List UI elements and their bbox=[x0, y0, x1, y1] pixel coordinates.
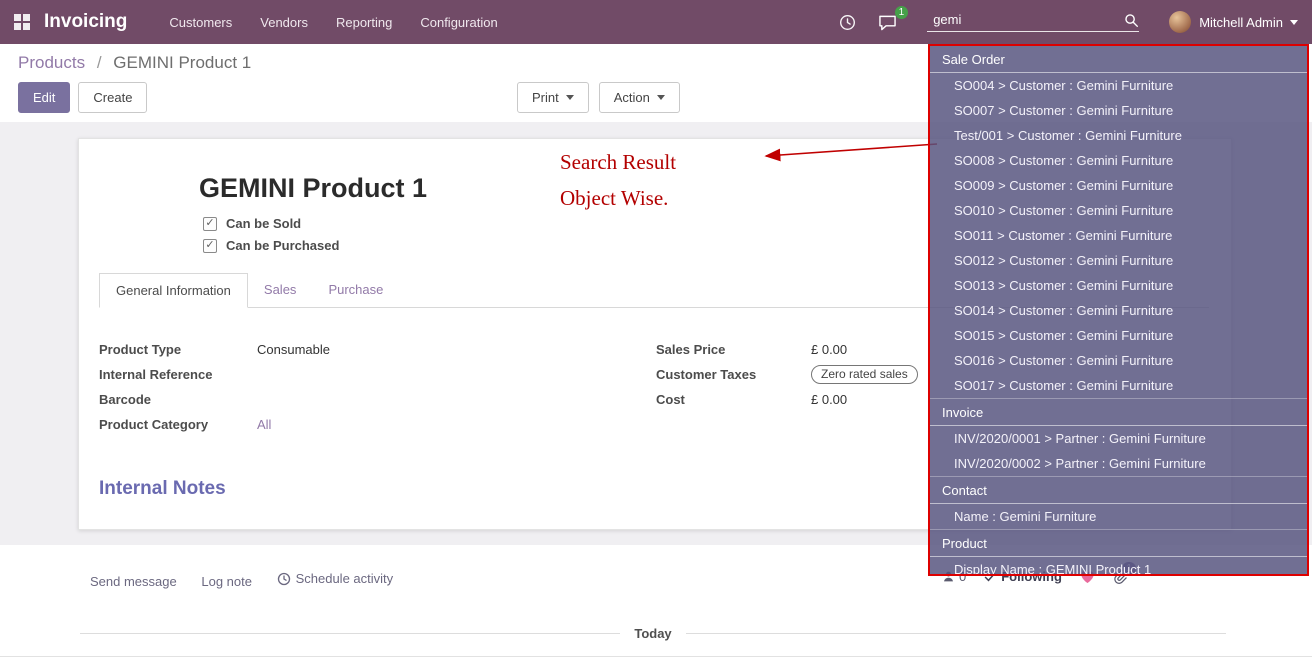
checkbox-checked-icon[interactable] bbox=[203, 217, 217, 231]
create-button[interactable]: Create bbox=[78, 82, 147, 113]
cost-value: £ 0.00 bbox=[811, 390, 847, 409]
search-result-item[interactable]: INV/2020/0002 > Partner : Gemini Furnitu… bbox=[930, 451, 1307, 476]
tab-general-information[interactable]: General Information bbox=[99, 273, 248, 308]
send-message-button[interactable]: Send message bbox=[90, 574, 177, 589]
chevron-down-icon bbox=[657, 95, 665, 104]
print-menu-button[interactable]: Print bbox=[517, 82, 589, 113]
product-type-label: Product Type bbox=[99, 340, 257, 359]
search-result-item[interactable]: SO013 > Customer : Gemini Furniture bbox=[930, 273, 1307, 298]
tab-purchase[interactable]: Purchase bbox=[312, 273, 399, 307]
print-button-label: Print bbox=[532, 90, 559, 105]
clock-icon bbox=[277, 572, 291, 586]
search-result-item[interactable]: SO009 > Customer : Gemini Furniture bbox=[930, 173, 1307, 198]
search-result-item[interactable]: SO015 > Customer : Gemini Furniture bbox=[930, 323, 1307, 348]
can-be-sold-label: Can be Sold bbox=[226, 216, 301, 231]
screen: Invoicing Customers Vendors Reporting Confi… bbox=[0, 0, 1312, 658]
search-result-item[interactable]: SO011 > Customer : Gemini Furniture bbox=[930, 223, 1307, 248]
document-action-buttons: Print Action bbox=[517, 82, 680, 113]
action-menu-button[interactable]: Action bbox=[599, 82, 680, 113]
menu-item[interactable]: Reporting bbox=[336, 15, 392, 30]
search-result-item[interactable]: Display Name : GEMINI Product 1 bbox=[930, 557, 1307, 576]
cost-label: Cost bbox=[656, 390, 811, 409]
user-menu[interactable]: Mitchell Admin bbox=[1199, 15, 1283, 30]
search-result-item[interactable]: SO004 > Customer : Gemini Furniture bbox=[930, 73, 1307, 98]
barcode-row: Barcode bbox=[99, 390, 656, 409]
product-type-value: Consumable bbox=[257, 340, 330, 359]
product-category-row: Product Category All bbox=[99, 415, 656, 434]
product-category-label: Product Category bbox=[99, 415, 257, 434]
today-label: Today bbox=[634, 626, 671, 641]
annotation-note: Search Result Object Wise. bbox=[560, 144, 676, 216]
log-note-button[interactable]: Log note bbox=[201, 574, 252, 589]
product-category-value-link[interactable]: All bbox=[257, 415, 271, 434]
user-avatar[interactable] bbox=[1169, 11, 1191, 33]
internal-reference-row: Internal Reference bbox=[99, 365, 656, 384]
search-results-list: Sale OrderSO004 > Customer : Gemini Furn… bbox=[930, 46, 1307, 576]
can-be-purchased-label: Can be Purchased bbox=[226, 238, 339, 253]
edit-button[interactable]: Edit bbox=[18, 82, 70, 113]
schedule-activity-label: Schedule activity bbox=[296, 571, 394, 586]
product-type-row: Product Type Consumable bbox=[99, 340, 656, 359]
search-group-header: Contact bbox=[930, 476, 1307, 504]
sales-price-label: Sales Price bbox=[656, 340, 811, 359]
activities-clock-icon[interactable] bbox=[839, 14, 856, 31]
divider-line bbox=[80, 633, 620, 634]
divider-line bbox=[686, 633, 1226, 634]
internal-reference-label: Internal Reference bbox=[99, 365, 257, 384]
search-group-header: Product bbox=[930, 529, 1307, 557]
search-results-dropdown: Sale OrderSO004 > Customer : Gemini Furn… bbox=[928, 44, 1309, 576]
menu-item[interactable]: Configuration bbox=[420, 15, 497, 30]
top-menu: Customers Vendors Reporting Configuration bbox=[169, 15, 497, 30]
search-result-item[interactable]: SO007 > Customer : Gemini Furniture bbox=[930, 98, 1307, 123]
search-result-item[interactable]: SO017 > Customer : Gemini Furniture bbox=[930, 373, 1307, 398]
search-result-item[interactable]: SO016 > Customer : Gemini Furniture bbox=[930, 348, 1307, 373]
barcode-label: Barcode bbox=[99, 390, 257, 409]
action-button-label: Action bbox=[614, 90, 650, 105]
search-result-item[interactable]: SO008 > Customer : Gemini Furniture bbox=[930, 148, 1307, 173]
menu-item[interactable]: Customers bbox=[169, 15, 232, 30]
search-result-item[interactable]: SO012 > Customer : Gemini Furniture bbox=[930, 248, 1307, 273]
breadcrumb-separator: / bbox=[97, 53, 102, 72]
search-group-header: Invoice bbox=[930, 398, 1307, 426]
annotation-arrow bbox=[752, 136, 942, 166]
breadcrumb-products-link[interactable]: Products bbox=[18, 53, 85, 72]
chevron-down-icon bbox=[1290, 20, 1298, 29]
search-result-item[interactable]: INV/2020/0001 > Partner : Gemini Furnitu… bbox=[930, 426, 1307, 451]
breadcrumb-current: GEMINI Product 1 bbox=[113, 53, 251, 72]
search-icon[interactable] bbox=[1124, 13, 1139, 28]
app-title[interactable]: Invoicing bbox=[44, 11, 127, 33]
apps-grid-icon[interactable] bbox=[14, 14, 30, 30]
tab-sales[interactable]: Sales bbox=[248, 273, 313, 307]
schedule-activity-button[interactable]: Schedule activity bbox=[277, 571, 394, 586]
search-result-item[interactable]: SO010 > Customer : Gemini Furniture bbox=[930, 198, 1307, 223]
search-result-item[interactable]: SO014 > Customer : Gemini Furniture bbox=[930, 298, 1307, 323]
chevron-down-icon bbox=[566, 95, 574, 104]
field-column-left: Product Type Consumable Internal Referen… bbox=[99, 340, 656, 440]
global-search-input[interactable] bbox=[927, 12, 1124, 28]
checkbox-checked-icon[interactable] bbox=[203, 239, 217, 253]
search-result-item[interactable]: Test/001 > Customer : Gemini Furniture bbox=[930, 123, 1307, 148]
sales-price-value: £ 0.00 bbox=[811, 340, 847, 359]
menu-item[interactable]: Vendors bbox=[260, 15, 308, 30]
annotation-line-2: Object Wise. bbox=[560, 180, 676, 216]
customer-taxes-badge: Zero rated sales bbox=[811, 365, 918, 384]
annotation-line-1: Search Result bbox=[560, 144, 676, 180]
messages-count-badge: 1 bbox=[895, 6, 909, 19]
global-search bbox=[927, 12, 1139, 32]
search-group-header: Sale Order bbox=[930, 46, 1307, 73]
today-divider: Today bbox=[80, 626, 1226, 641]
top-navbar: Invoicing Customers Vendors Reporting Confi… bbox=[0, 0, 1312, 44]
customer-taxes-label: Customer Taxes bbox=[656, 365, 811, 384]
search-result-item[interactable]: Name : Gemini Furniture bbox=[930, 504, 1307, 529]
messages-icon[interactable]: 1 bbox=[878, 14, 897, 31]
